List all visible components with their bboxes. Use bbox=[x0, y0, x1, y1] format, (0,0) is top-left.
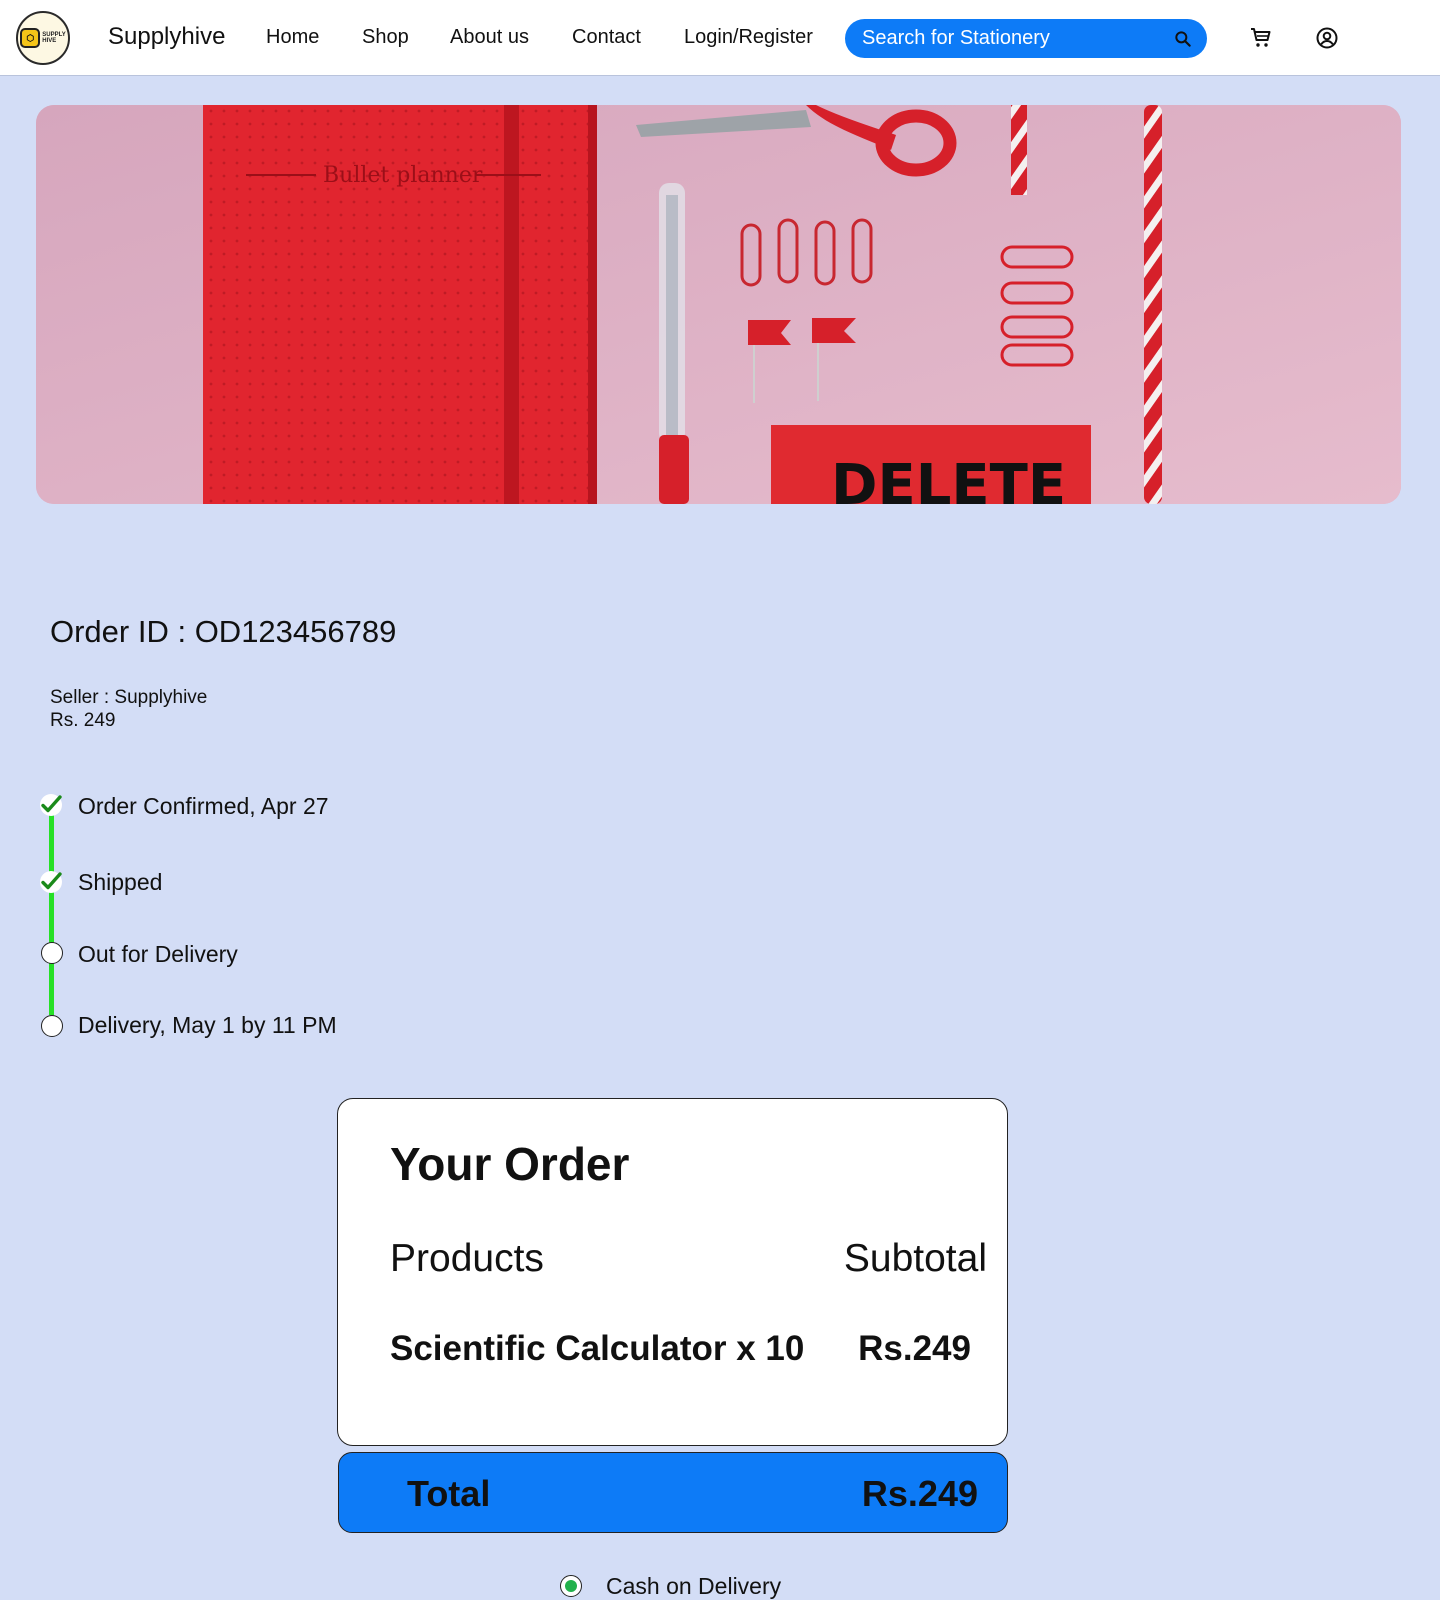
supplyhive-logo[interactable]: ⬡ SUPPLY HIVE bbox=[16, 11, 70, 65]
nav-link-login-register[interactable]: Login/Register bbox=[684, 26, 813, 49]
nav-link-home[interactable]: Home bbox=[266, 26, 319, 49]
tracker-step-shipped: Shipped bbox=[78, 869, 163, 895]
search-input[interactable]: Search for Stationery bbox=[845, 19, 1207, 58]
tracker-step-delivery: Delivery, May 1 by 11 PM bbox=[78, 1012, 337, 1038]
nav-link-contact[interactable]: Contact bbox=[572, 26, 641, 49]
order-id: Order ID : OD123456789 bbox=[50, 614, 397, 649]
pending-step-circle bbox=[41, 1015, 63, 1037]
check-icon bbox=[39, 793, 63, 817]
subtotal-column-header: Subtotal bbox=[843, 1237, 987, 1280]
order-price: Rs. 249 bbox=[50, 710, 116, 731]
order-summary-title: Your Order bbox=[390, 1138, 630, 1190]
total-label: Total bbox=[407, 1473, 491, 1514]
nav-link-about-us[interactable]: About us bbox=[450, 26, 529, 49]
total-value: Rs.249 bbox=[861, 1473, 978, 1514]
search-placeholder: Search for Stationery bbox=[862, 27, 1050, 49]
order-item-name: Scientific Calculator x 10 bbox=[390, 1329, 805, 1368]
cash-on-delivery-label[interactable]: Cash on Delivery bbox=[606, 1573, 781, 1600]
order-item-subtotal: Rs.249 bbox=[858, 1329, 971, 1368]
nav-link-shop[interactable]: Shop bbox=[362, 26, 409, 49]
pending-step-circle bbox=[41, 942, 63, 964]
check-icon bbox=[39, 870, 63, 894]
tracker-step-order-confirmed: Order Confirmed, Apr 27 bbox=[78, 793, 329, 819]
account-icon[interactable] bbox=[1315, 26, 1339, 50]
top-navbar: ⬡ SUPPLY HIVE Supplyhive Home Shop About… bbox=[0, 0, 1440, 76]
cart-icon[interactable] bbox=[1249, 26, 1273, 50]
seller-name: Seller : Supplyhive bbox=[50, 687, 208, 708]
hive-icon: ⬡ bbox=[20, 28, 41, 48]
cash-on-delivery-radio[interactable] bbox=[560, 1575, 582, 1597]
order-summary-card: Your Order Products Subtotal Scientific … bbox=[337, 1098, 1008, 1446]
stationery-illustration: Bullet planner DELETE bbox=[36, 105, 1401, 504]
order-total-bar: Total Rs.249 bbox=[338, 1452, 1008, 1533]
hero-banner: Bullet planner DELETE bbox=[36, 105, 1401, 504]
planner-text: Bullet planner bbox=[323, 163, 483, 188]
radio-selected-dot bbox=[565, 1580, 577, 1592]
tracker-progress-line bbox=[49, 805, 54, 1015]
eraser-text: DELETE bbox=[831, 453, 1066, 504]
products-column-header: Products bbox=[390, 1237, 544, 1280]
brand-name[interactable]: Supplyhive bbox=[108, 23, 225, 51]
tracker-step-out-for-delivery: Out for Delivery bbox=[78, 941, 238, 967]
search-icon[interactable] bbox=[1173, 29, 1193, 49]
